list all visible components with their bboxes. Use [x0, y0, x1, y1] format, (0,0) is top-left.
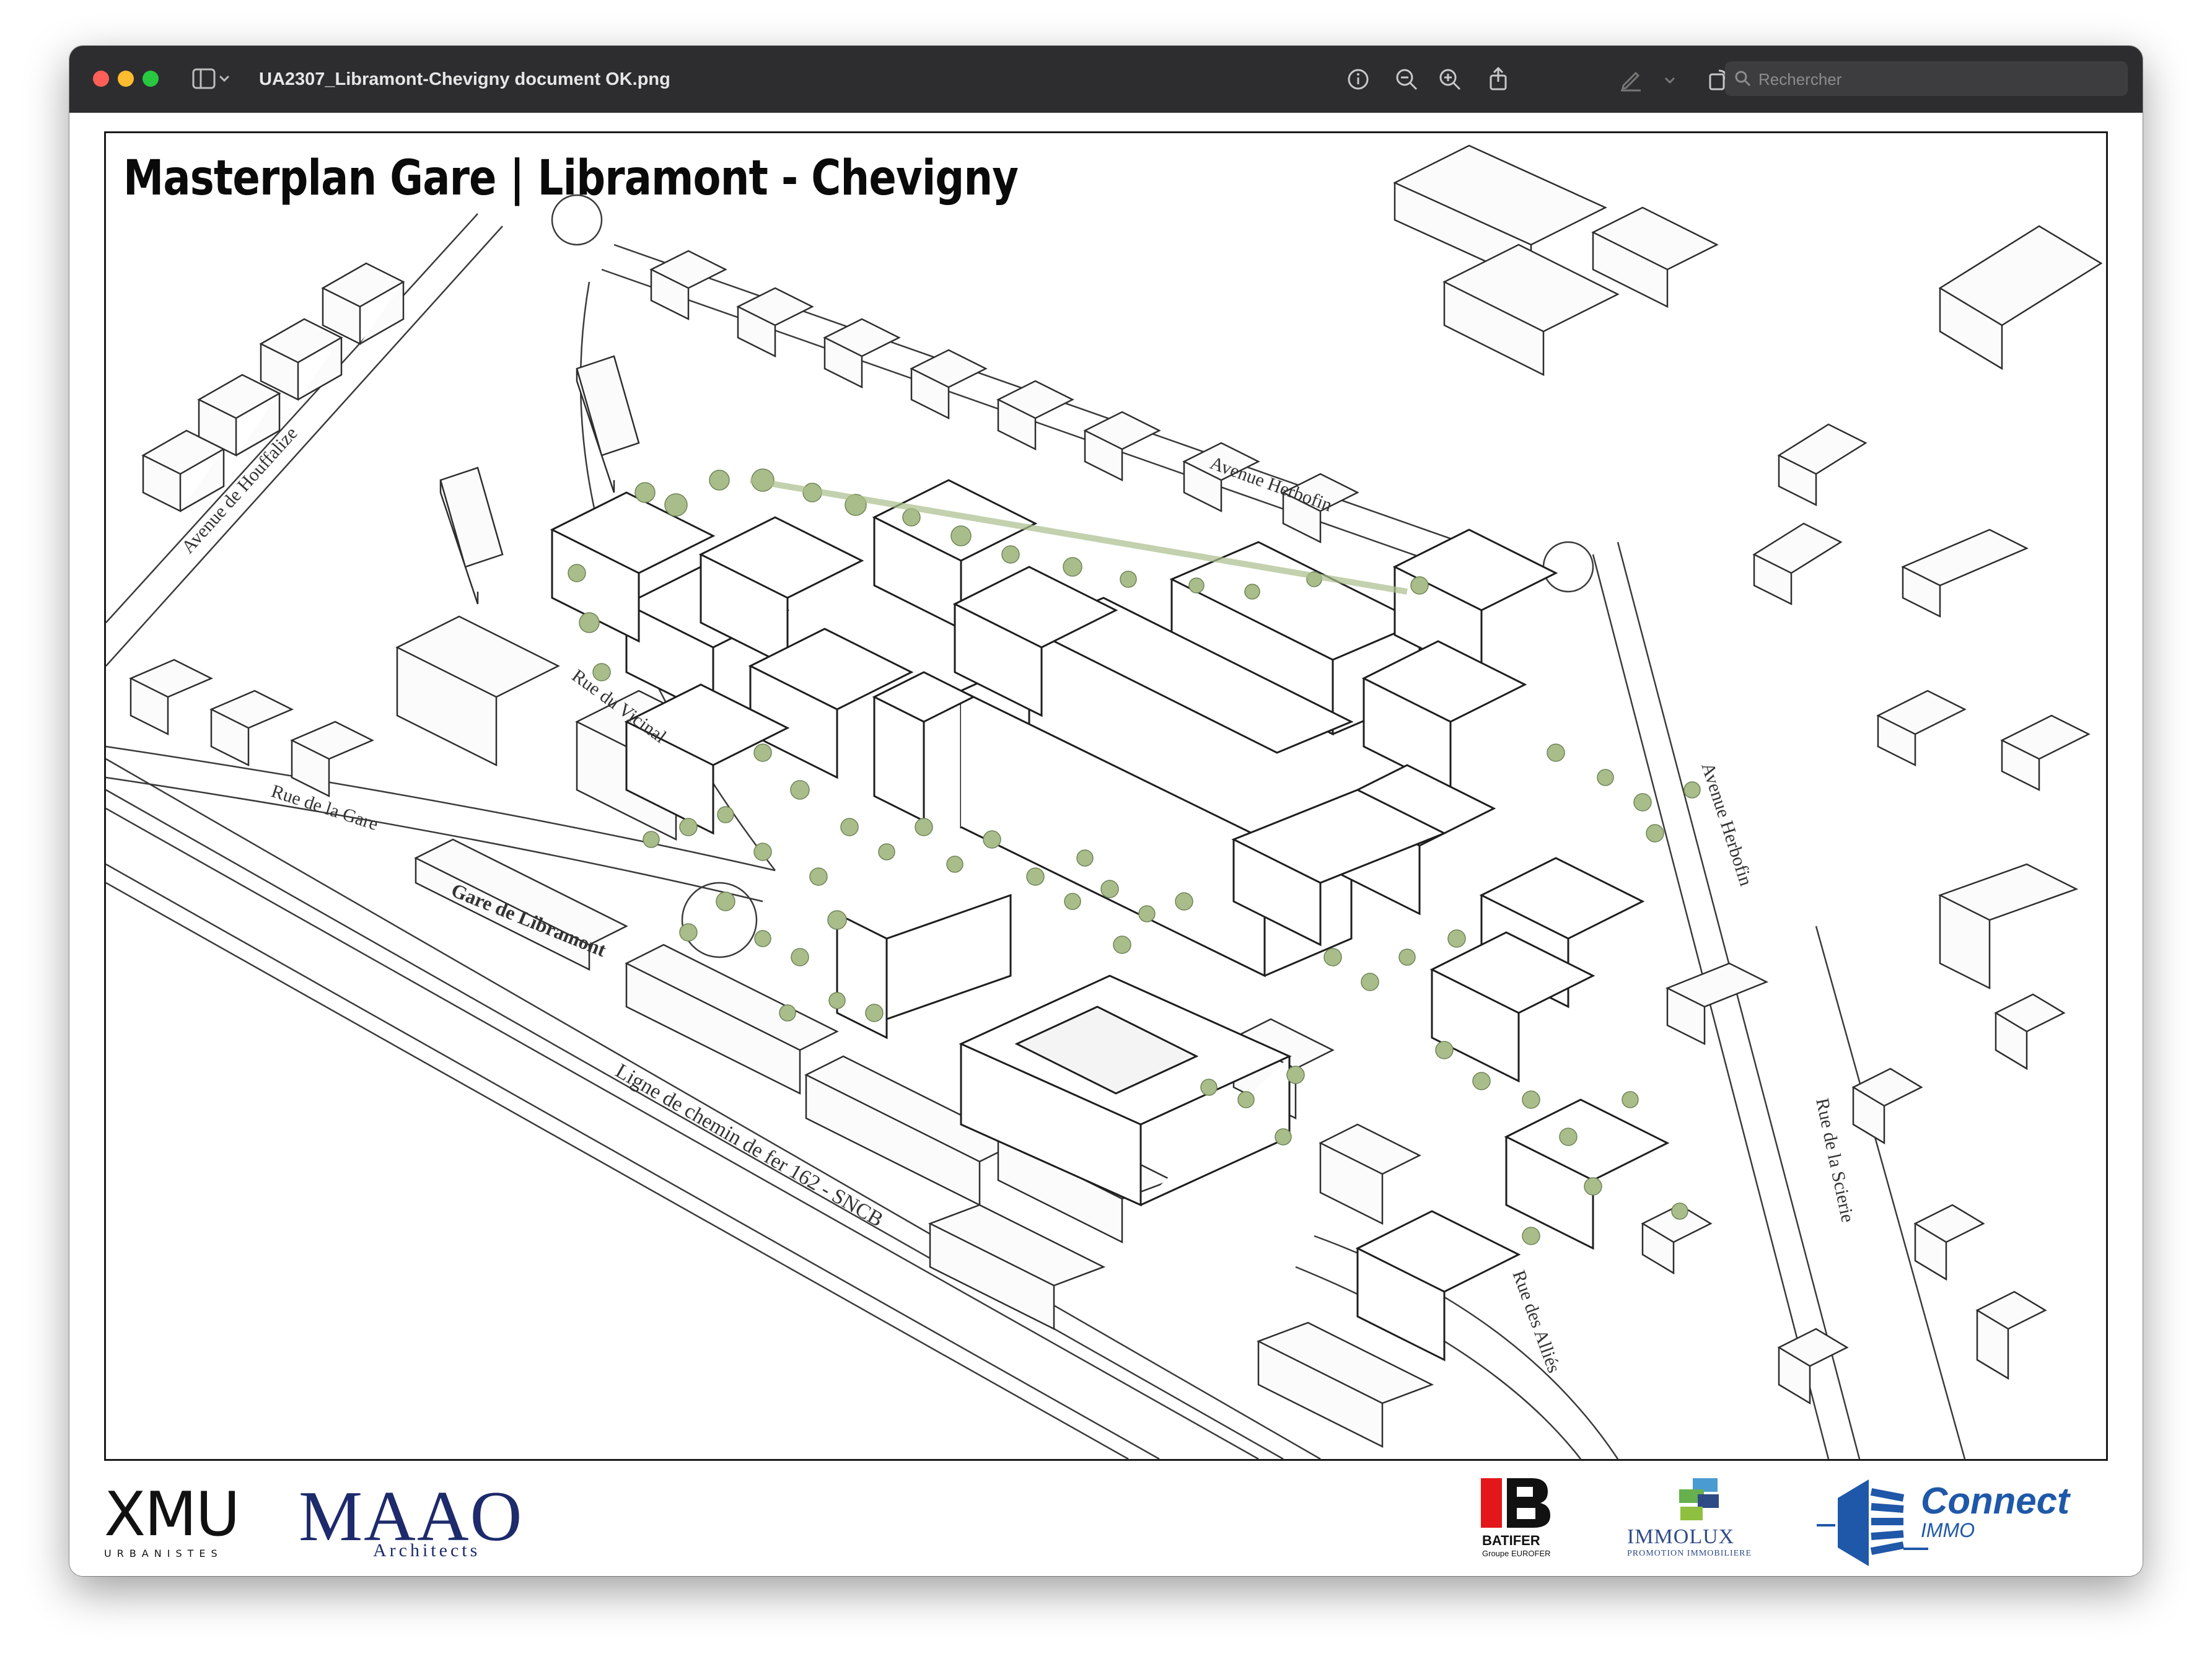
- xmu-logo-name: XMU: [104, 1479, 240, 1550]
- batifer-logo-name: BATIFER: [1482, 1533, 1540, 1548]
- connect-immo-logo: Connect IMMO: [1817, 1473, 2108, 1576]
- maximize-window-button[interactable]: [143, 71, 159, 87]
- batifer-logo-sub: Groupe EUROFER: [1482, 1549, 1551, 1558]
- immolux-logo-name: IMMOLUX: [1627, 1525, 1735, 1548]
- label-avenue-herbofin-right: Avenue Herbofin: [1697, 760, 1756, 888]
- minimize-window-button[interactable]: [118, 71, 134, 87]
- sidebar-toggle-button[interactable]: [192, 67, 232, 92]
- xmu-logo-sub: URBANISTES: [104, 1548, 223, 1559]
- label-rue-allies: Rue des Alliés: [1508, 1268, 1564, 1375]
- image-canvas: Avenue de Houffalize Avenue Herbofin Ave…: [69, 113, 2143, 1576]
- batifer-mark-icon: [1481, 1478, 1550, 1528]
- road-herbofin-right: [1592, 554, 1830, 1459]
- immolux-logo: IMMOLUX PROMOTION IMMOBILIERE: [1618, 1476, 1780, 1575]
- road-herbofin-top: [613, 243, 1532, 568]
- label-rue-scierie: Rue de la Scierie: [1812, 1097, 1858, 1224]
- maao-logo: MAAO Architects: [299, 1476, 559, 1569]
- close-window-button[interactable]: [93, 71, 109, 87]
- connect-immo-logo-name: Connect: [1921, 1480, 2069, 1522]
- search-icon: [1734, 69, 1752, 88]
- masterplan-drawing: Avenue de Houffalize Avenue Herbofin Ave…: [104, 131, 2108, 1461]
- zoom-in-icon[interactable]: [1436, 66, 1464, 93]
- immolux-logo-sub: PROMOTION IMMOBILIERE: [1627, 1549, 1752, 1558]
- connect-immo-mark-icon: [1817, 1479, 1928, 1566]
- document-title: UA2307_Libramont-Chevigny document OK.pn…: [259, 69, 670, 89]
- masterplan-title: Masterplan Gare | Libramont - Chevigny: [123, 151, 1019, 206]
- search-field[interactable]: [1725, 61, 2128, 96]
- chevron-down-icon[interactable]: [1662, 66, 1678, 93]
- info-icon[interactable]: [1345, 66, 1372, 93]
- zoom-out-icon[interactable]: [1393, 66, 1420, 93]
- maao-logo-sub: Architects: [373, 1540, 481, 1561]
- share-icon[interactable]: [1485, 66, 1512, 93]
- search-input[interactable]: [1757, 66, 2119, 92]
- sidebar-icon: [192, 68, 229, 89]
- title-bar: UA2307_Libramont-Chevigny document OK.pn…: [69, 46, 2143, 114]
- immolux-mark-icon: [1679, 1478, 1719, 1520]
- preview-window: UA2307_Libramont-Chevigny document OK.pn…: [69, 46, 2143, 1576]
- xmu-logo: XMU URBANISTES: [104, 1479, 247, 1576]
- connect-immo-logo-sub: IMMO: [1921, 1519, 1975, 1541]
- batifer-logo: BATIFER Groupe EUROFER: [1476, 1476, 1563, 1575]
- masterplan-map: Avenue de Houffalize Avenue Herbofin Ave…: [106, 144, 2103, 1459]
- markup-pen-icon[interactable]: [1617, 66, 1644, 93]
